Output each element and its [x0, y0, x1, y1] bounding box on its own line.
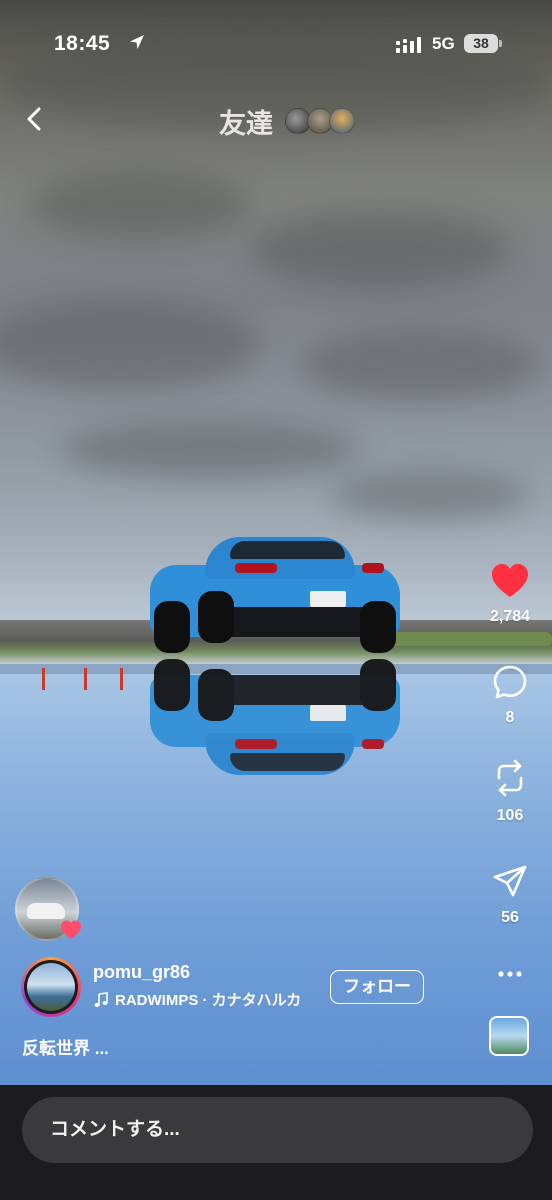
network-type: 5G: [432, 34, 455, 53]
status-bar: 18:45 5G 38: [0, 0, 552, 88]
share-button[interactable]: 56: [475, 864, 545, 927]
like-count: 2,784: [489, 608, 531, 625]
stake: [42, 668, 45, 690]
repost-button[interactable]: 106: [475, 758, 545, 825]
username[interactable]: pomu_gr86: [93, 962, 190, 983]
location-arrow-icon: [130, 35, 144, 49]
comment-input[interactable]: コメントする...: [22, 1097, 533, 1163]
car-reflection: [150, 659, 400, 777]
friend-avatar: [329, 108, 355, 134]
follow-button[interactable]: フォロー: [330, 970, 424, 1004]
car: [150, 535, 400, 653]
music-note-icon: [94, 991, 108, 1007]
battery-icon: 38: [464, 34, 498, 53]
repost-icon: [497, 759, 523, 797]
comment-bubble-icon: [493, 665, 527, 699]
back-chevron-icon[interactable]: [20, 104, 50, 134]
comment-button[interactable]: 8: [475, 664, 545, 727]
avatar[interactable]: [21, 957, 81, 1017]
music-label: RADWIMPS · カナタハルカ: [115, 992, 302, 1009]
feed-title[interactable]: 友達: [219, 102, 273, 141]
audio-thumbnail[interactable]: [489, 1016, 529, 1056]
share-count: 56: [501, 909, 519, 926]
stake: [120, 668, 123, 690]
stake: [84, 668, 87, 690]
like-button[interactable]: 2,784: [475, 563, 545, 626]
battery-tip: [499, 40, 502, 47]
cellular-signal-icon: [396, 37, 421, 53]
repost-count: 106: [496, 807, 524, 824]
reel-video[interactable]: [0, 0, 552, 1085]
music-track[interactable]: RADWIMPS · カナタハルカ: [93, 989, 301, 1010]
status-time: 18:45: [54, 32, 111, 55]
post-caption[interactable]: 反転世界 ...: [22, 1034, 109, 1059]
send-paper-plane-icon: [493, 865, 527, 897]
heart-icon: [61, 920, 81, 939]
heart-icon: [492, 564, 528, 597]
more-options-icon[interactable]: [494, 962, 528, 986]
comment-count: 8: [505, 709, 515, 726]
